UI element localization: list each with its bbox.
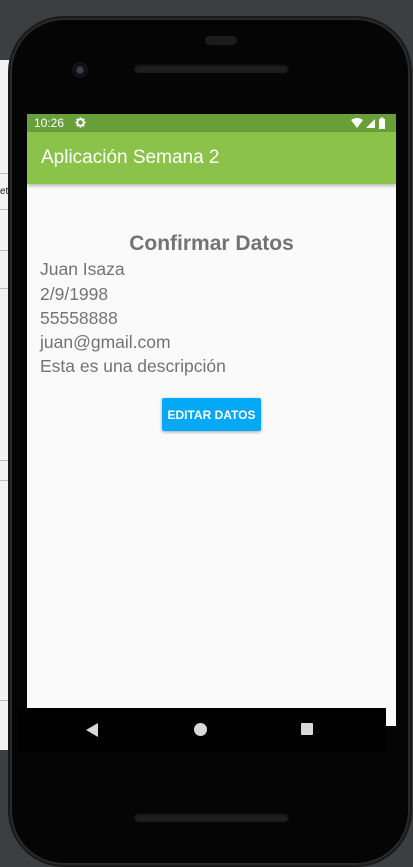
home-circle-icon[interactable] [194,723,207,736]
signal-icon [366,119,375,128]
battery-icon [379,117,385,129]
navigation-bar [17,708,386,752]
name-value: Juan Isaza [40,259,125,279]
phone-value: 55558888 [40,308,118,328]
email-value: juan@gmail.com [40,332,171,352]
recents-square-icon[interactable] [301,723,313,735]
top-speaker [134,64,289,73]
status-icons [349,117,389,129]
app-bar: Aplicación Semana 2 [27,132,396,184]
status-bar: 10:26 [27,114,396,132]
app-title: Aplicación Semana 2 [41,147,220,168]
gear-icon [75,115,86,131]
back-triangle-icon[interactable] [86,723,99,742]
description-value: Esta es una descripción [40,356,226,376]
edit-data-button[interactable]: EDITAR DATOS [162,398,261,431]
device-screen: 10:26 Aplicación Semana 2 Confirmar Dato… [27,114,396,726]
bottom-speaker [134,813,289,822]
front-camera [72,62,88,78]
phone-sensor [205,36,237,45]
wifi-icon [351,118,363,128]
status-time: 10:26 [34,116,65,130]
confirm-heading: Confirmar Datos [129,232,294,255]
birthdate-value: 2/9/1998 [40,284,109,304]
